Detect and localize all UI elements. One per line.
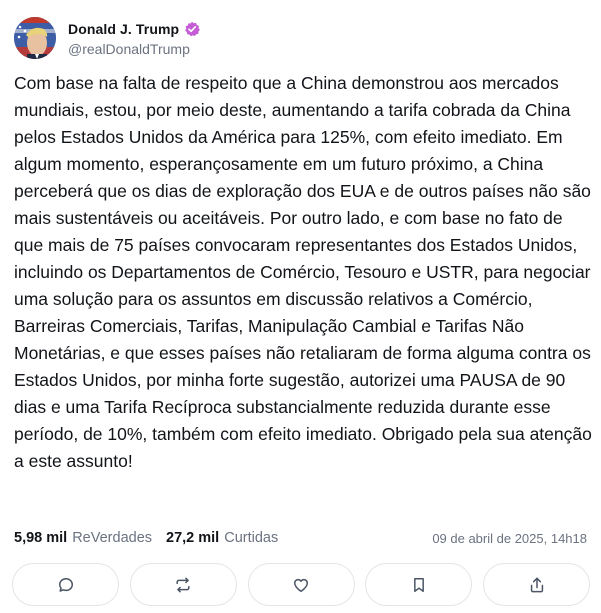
reposts-stat[interactable]: 5,98 mil ReVerdades: [14, 530, 152, 546]
post-stats: 5,98 mil ReVerdades 27,2 mil Curtidas 09…: [14, 527, 587, 549]
author-names: Donald J. Trump @realDonaldTrump: [68, 19, 201, 57]
reposts-count: 5,98 mil: [14, 530, 68, 546]
like-button[interactable]: [247, 563, 355, 606]
verified-badge-icon: [184, 21, 201, 37]
reply-button[interactable]: [12, 563, 119, 606]
likes-count: 27,2 mil: [166, 530, 220, 546]
reposts-label: ReVerdades: [72, 530, 153, 546]
likes-label: Curtidas: [224, 530, 279, 546]
repost-icon: [176, 577, 190, 592]
share-icon: [530, 577, 543, 592]
post-actions: [12, 563, 590, 606]
author-name-row: Donald J. Trump: [68, 19, 201, 39]
post-header: Donald J. Trump @realDonaldTrump: [14, 16, 201, 60]
share-button[interactable]: [483, 563, 590, 606]
reply-icon: [58, 577, 73, 592]
post-text: Com base na falta de respeito que a Chin…: [14, 73, 592, 471]
post-timestamp[interactable]: 09 de abril de 2025, 14h18: [432, 531, 587, 546]
user-avatar[interactable]: [14, 17, 56, 59]
likes-stat[interactable]: 27,2 mil Curtidas: [166, 530, 278, 546]
repost-button[interactable]: [129, 563, 237, 606]
post-card: Donald J. Trump @realDonaldTrump Com bas…: [0, 0, 601, 613]
author-handle[interactable]: @realDonaldTrump: [68, 41, 200, 57]
like-icon: [294, 578, 308, 592]
bookmark-button[interactable]: [365, 563, 473, 606]
author-display-name[interactable]: Donald J. Trump: [68, 21, 179, 37]
bookmark-icon: [413, 577, 424, 592]
